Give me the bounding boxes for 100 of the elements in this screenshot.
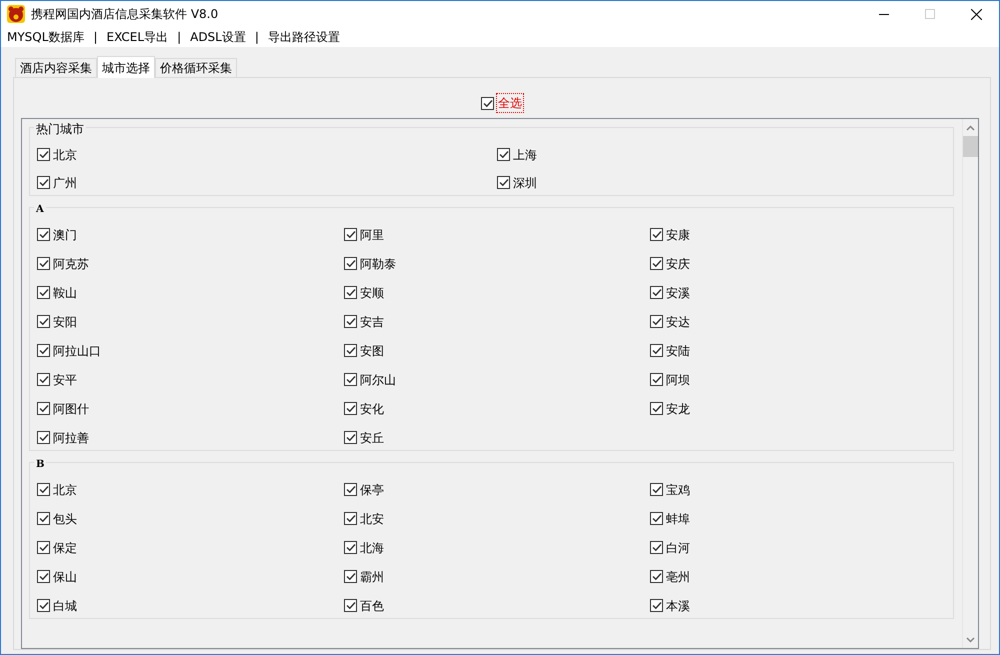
checkbox[interactable] — [344, 512, 357, 525]
city-label[interactable]: 安达 — [666, 312, 690, 330]
city-label[interactable]: 北京 — [53, 146, 77, 164]
checkbox[interactable] — [344, 541, 357, 554]
checkbox[interactable] — [344, 344, 357, 357]
city-label[interactable]: 鞍山 — [53, 284, 77, 302]
checkbox[interactable] — [650, 315, 663, 328]
city-label[interactable]: 白城 — [53, 596, 77, 614]
city-label[interactable]: 北安 — [360, 510, 384, 528]
checkbox[interactable] — [37, 373, 50, 386]
menu-item[interactable]: 导出路径设置 — [268, 28, 340, 46]
scroll-thumb[interactable] — [963, 136, 978, 157]
city-label[interactable]: 阿坝 — [666, 370, 690, 388]
city-label[interactable]: 安康 — [666, 226, 690, 244]
menu-item[interactable]: ADSL设置 — [190, 28, 246, 46]
city-label[interactable]: 保山 — [53, 568, 77, 586]
city-label[interactable]: 阿拉善 — [53, 428, 89, 446]
app-logo-icon — [7, 5, 25, 23]
city-label[interactable]: 安溪 — [666, 284, 690, 302]
checkbox[interactable] — [37, 344, 50, 357]
tab[interactable]: 酒店内容采集 — [15, 58, 97, 77]
city-label[interactable]: 霸州 — [360, 568, 384, 586]
city-label[interactable]: 本溪 — [666, 596, 690, 614]
checkbox[interactable] — [37, 286, 50, 299]
city-label[interactable]: 北京 — [53, 480, 77, 498]
city-label[interactable]: 安吉 — [360, 312, 384, 330]
city-label[interactable]: 安顺 — [360, 284, 384, 302]
city-label[interactable]: 百色 — [360, 596, 384, 614]
checkbox[interactable] — [344, 483, 357, 496]
city-label[interactable]: 广州 — [53, 174, 77, 192]
checkbox[interactable] — [37, 315, 50, 328]
checkbox[interactable] — [650, 541, 663, 554]
checkbox[interactable] — [650, 286, 663, 299]
checkbox[interactable] — [650, 373, 663, 386]
checkbox[interactable] — [37, 148, 50, 161]
menu-item[interactable]: EXCEL导出 — [106, 28, 168, 46]
city-label[interactable]: 深圳 — [513, 174, 537, 192]
checkbox[interactable] — [37, 228, 50, 241]
group-title: 热门城市 — [34, 120, 86, 138]
checkbox[interactable] — [37, 512, 50, 525]
checkbox[interactable] — [344, 402, 357, 415]
city-label[interactable]: 蚌埠 — [666, 510, 690, 528]
checkbox[interactable] — [497, 176, 510, 189]
city-label[interactable]: 上海 — [513, 146, 537, 164]
checkbox[interactable] — [37, 402, 50, 415]
checkbox[interactable] — [650, 570, 663, 583]
checkbox[interactable] — [650, 599, 663, 612]
menu-item[interactable]: MYSQL数据库 — [7, 28, 84, 46]
city-label[interactable]: 宝鸡 — [666, 480, 690, 498]
city-label[interactable]: 安龙 — [666, 400, 690, 418]
maximize-icon — [925, 9, 935, 19]
city-label[interactable]: 安图 — [360, 342, 384, 360]
city-label[interactable]: 亳州 — [666, 568, 690, 586]
checkbox[interactable] — [344, 599, 357, 612]
city-label[interactable]: 保定 — [53, 538, 77, 556]
checkbox[interactable] — [497, 148, 510, 161]
checkbox[interactable] — [650, 402, 663, 415]
checkbox[interactable] — [650, 257, 663, 270]
city-label[interactable]: 白河 — [666, 538, 690, 556]
city-label[interactable]: 安丘 — [360, 428, 384, 446]
checkbox[interactable] — [481, 96, 494, 110]
city-label[interactable]: 阿尔山 — [360, 370, 396, 388]
checkbox[interactable] — [344, 315, 357, 328]
city-label[interactable]: 安庆 — [666, 254, 690, 272]
city-label[interactable]: 阿勒泰 — [360, 254, 396, 272]
checkbox[interactable] — [37, 570, 50, 583]
city-label[interactable]: 安平 — [53, 370, 77, 388]
checkbox[interactable] — [344, 373, 357, 386]
checkbox[interactable] — [650, 483, 663, 496]
select-all-label[interactable]: 全选 — [497, 94, 523, 112]
city-label[interactable]: 阿拉山口 — [53, 342, 101, 360]
city-label[interactable]: 保亭 — [360, 480, 384, 498]
checkbox[interactable] — [37, 257, 50, 270]
city-label[interactable]: 澳门 — [53, 226, 77, 244]
city-label[interactable]: 安化 — [360, 400, 384, 418]
window-title: 携程网国内酒店信息采集软件 V8.0 — [31, 6, 220, 23]
checkbox[interactable] — [650, 228, 663, 241]
checkbox[interactable] — [344, 257, 357, 270]
checkbox[interactable] — [37, 599, 50, 612]
checkbox[interactable] — [650, 344, 663, 357]
city-label[interactable]: 安陆 — [666, 342, 690, 360]
checkbox[interactable] — [37, 431, 50, 444]
menu-separator: | — [93, 29, 98, 46]
checkbox[interactable] — [344, 570, 357, 583]
city-label[interactable]: 阿克苏 — [53, 254, 89, 272]
checkbox[interactable] — [37, 541, 50, 554]
checkbox[interactable] — [344, 431, 357, 444]
vertical-scrollbar[interactable] — [962, 119, 978, 648]
city-label[interactable]: 阿图什 — [53, 400, 89, 418]
checkbox[interactable] — [344, 286, 357, 299]
city-label[interactable]: 阿里 — [360, 226, 384, 244]
tab[interactable]: 价格循环采集 — [155, 58, 237, 77]
checkbox[interactable] — [37, 176, 50, 189]
tab[interactable]: 城市选择 — [97, 56, 155, 78]
city-label[interactable]: 包头 — [53, 510, 77, 528]
city-label[interactable]: 安阳 — [53, 312, 77, 330]
checkbox[interactable] — [650, 512, 663, 525]
checkbox[interactable] — [344, 228, 357, 241]
city-label[interactable]: 北海 — [360, 538, 384, 556]
checkbox[interactable] — [37, 483, 50, 496]
